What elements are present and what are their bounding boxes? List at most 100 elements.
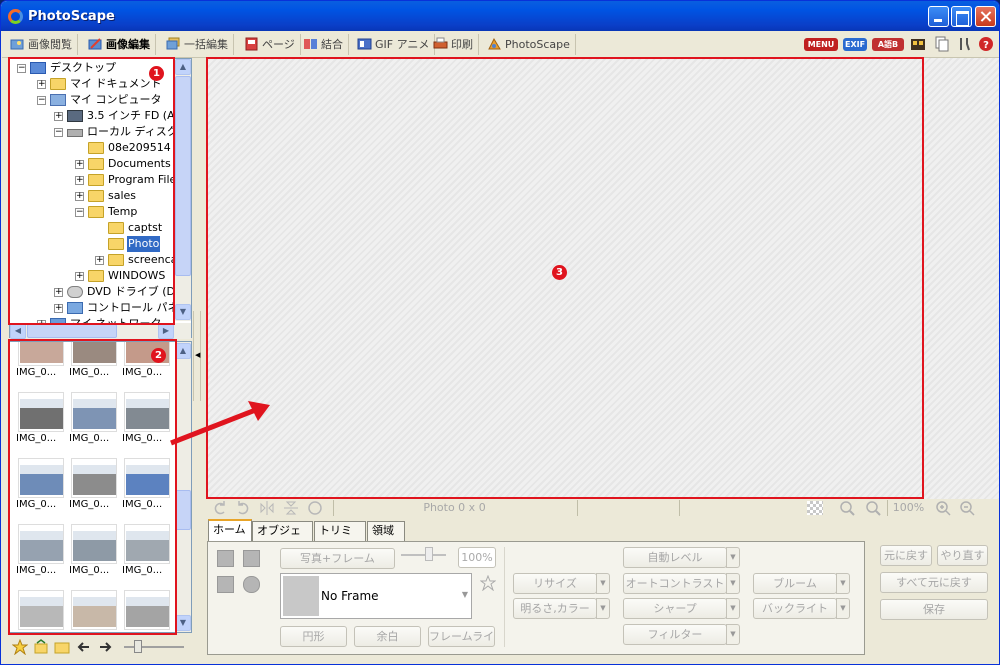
main-tab-bar: 画像閲覧 画像編集 一括編集 ページ 結合 GIF アニメ 印刷 PhotoSc…: [2, 32, 999, 58]
rotate-right-icon[interactable]: [235, 500, 251, 516]
scroll-down-button[interactable]: ▼: [175, 615, 191, 631]
minimize-button[interactable]: [928, 6, 949, 27]
filter-button[interactable]: フィルター: [623, 624, 727, 645]
tab-gif[interactable]: GIF アニメ: [353, 34, 436, 55]
film-icon[interactable]: [910, 36, 926, 52]
tools-icon[interactable]: [957, 36, 973, 52]
tab-combine[interactable]: 結合: [299, 34, 349, 55]
backlight-dropdown[interactable]: ▼: [836, 598, 850, 619]
annotation-number-2: 2: [151, 348, 166, 363]
tab-print[interactable]: 印刷: [429, 34, 479, 55]
opacity-slider[interactable]: [401, 554, 446, 556]
scroll-thumb[interactable]: [27, 324, 117, 338]
flip-horizontal-icon[interactable]: [259, 500, 275, 516]
help-icon[interactable]: ?: [978, 36, 994, 52]
scroll-thumb[interactable]: [175, 76, 191, 276]
viewer-icon: [10, 39, 24, 50]
close-button[interactable]: [975, 6, 996, 27]
redo-button[interactable]: やり直す: [937, 545, 988, 566]
collapse-arrow-icon[interactable]: ◀: [195, 351, 200, 359]
save-button[interactable]: 保存: [880, 599, 988, 620]
frame-style-icon[interactable]: [217, 550, 234, 567]
zoom-fit-icon[interactable]: [839, 500, 855, 516]
tree-horizontal-scrollbar[interactable]: ◀ ▶: [10, 323, 191, 339]
transparency-icon[interactable]: [807, 501, 823, 515]
tab-label: 一括編集: [184, 38, 228, 51]
tree-vertical-scrollbar[interactable]: ▲ ▼: [175, 59, 191, 321]
brightness-color-button[interactable]: 明るさ,カラー: [513, 598, 597, 619]
auto-contrast-button[interactable]: オートコントラスト: [623, 573, 727, 594]
scroll-thumb[interactable]: [175, 490, 191, 530]
bloom-button[interactable]: ブルーム: [753, 573, 837, 594]
scroll-right-button[interactable]: ▶: [158, 323, 174, 339]
frame-dropdown-arrow-icon[interactable]: ▼: [462, 590, 468, 599]
margin-button[interactable]: 余白: [354, 626, 421, 647]
tab-home[interactable]: ホーム: [208, 519, 252, 541]
scroll-up-button[interactable]: ▲: [175, 59, 191, 75]
brightness-dropdown[interactable]: ▼: [596, 598, 610, 619]
copy-icon[interactable]: [934, 36, 950, 52]
tab-editor[interactable]: 画像編集: [84, 34, 156, 55]
opacity-slider-handle[interactable]: [425, 547, 433, 561]
language-button[interactable]: A語B: [872, 38, 904, 51]
thumbnail-size-slider[interactable]: [124, 646, 184, 648]
forward-arrow-icon[interactable]: [97, 639, 113, 655]
gif-icon: [357, 38, 372, 50]
bloom-dropdown[interactable]: ▼: [836, 573, 850, 594]
menu-button[interactable]: MENU: [804, 38, 838, 51]
tab-region[interactable]: 領域: [367, 521, 405, 541]
favorite-star-icon[interactable]: [12, 639, 28, 655]
tab-label: GIF アニメ: [375, 38, 430, 51]
undo-all-button[interactable]: すべて元に戻す: [880, 572, 988, 593]
favorite-frame-star-icon[interactable]: [480, 575, 496, 591]
opacity-value[interactable]: 100%: [458, 547, 496, 568]
rotate-folder-icon[interactable]: [33, 639, 49, 655]
back-arrow-icon[interactable]: [76, 639, 92, 655]
auto-level-dropdown[interactable]: ▼: [726, 547, 740, 568]
frame-preview: [283, 576, 319, 616]
zoom-out-icon[interactable]: [959, 500, 975, 516]
scroll-up-button[interactable]: ▲: [175, 343, 191, 359]
tab-crop[interactable]: トリミング: [314, 521, 366, 555]
photo-frame-button[interactable]: 写真+フレーム: [280, 548, 395, 569]
open-folder-icon[interactable]: [54, 639, 70, 655]
slider-handle[interactable]: [134, 640, 142, 653]
frame-shape-icon[interactable]: [243, 576, 260, 593]
circle-button[interactable]: 円形: [280, 626, 347, 647]
flip-vertical-icon[interactable]: [283, 500, 299, 516]
auto-contrast-dropdown[interactable]: ▼: [726, 573, 740, 594]
tab-page[interactable]: ページ: [240, 34, 301, 55]
frame-line-button[interactable]: フレームライン: [428, 626, 495, 647]
annotation-number-1: 1: [149, 66, 164, 81]
exif-button[interactable]: EXIF: [843, 38, 867, 51]
zoom-in-icon[interactable]: [935, 500, 951, 516]
tab-photoscape[interactable]: PhotoScape: [483, 34, 576, 55]
auto-level-button[interactable]: 自動レベル: [623, 547, 727, 568]
rotate-any-icon[interactable]: [307, 500, 323, 516]
scroll-down-button[interactable]: ▼: [175, 304, 191, 320]
panel-splitter[interactable]: ◀: [193, 311, 201, 401]
scroll-left-button[interactable]: ◀: [10, 323, 26, 339]
sharpen-dropdown[interactable]: ▼: [726, 598, 740, 619]
editor-icon: [88, 38, 102, 50]
frame-style-icon[interactable]: [217, 576, 234, 593]
tab-label: 結合: [321, 38, 343, 51]
zoom-actual-icon[interactable]: [865, 500, 881, 516]
thumbs-vertical-scrollbar[interactable]: ▲ ▼: [175, 342, 191, 632]
filter-dropdown[interactable]: ▼: [726, 624, 740, 645]
tab-viewer[interactable]: 画像閲覧: [6, 34, 78, 55]
undo-button[interactable]: 元に戻す: [880, 545, 932, 566]
sharpen-button[interactable]: シャープ: [623, 598, 727, 619]
tab-object[interactable]: オブジェクト: [252, 521, 313, 555]
maximize-button[interactable]: [951, 6, 972, 27]
frame-selector[interactable]: No Frame ▼: [280, 573, 472, 619]
resize-button[interactable]: リサイズ: [513, 573, 597, 594]
browser-toolbar: [9, 636, 199, 658]
photo-size-info: Photo 0 x 0: [333, 500, 575, 516]
backlight-button[interactable]: バックライト: [753, 598, 837, 619]
tab-label: 画像閲覧: [28, 38, 72, 51]
rotate-left-icon[interactable]: [212, 500, 228, 516]
resize-dropdown[interactable]: ▼: [596, 573, 610, 594]
tab-batch[interactable]: 一括編集: [162, 34, 234, 55]
frame-style-icon[interactable]: [243, 550, 260, 567]
